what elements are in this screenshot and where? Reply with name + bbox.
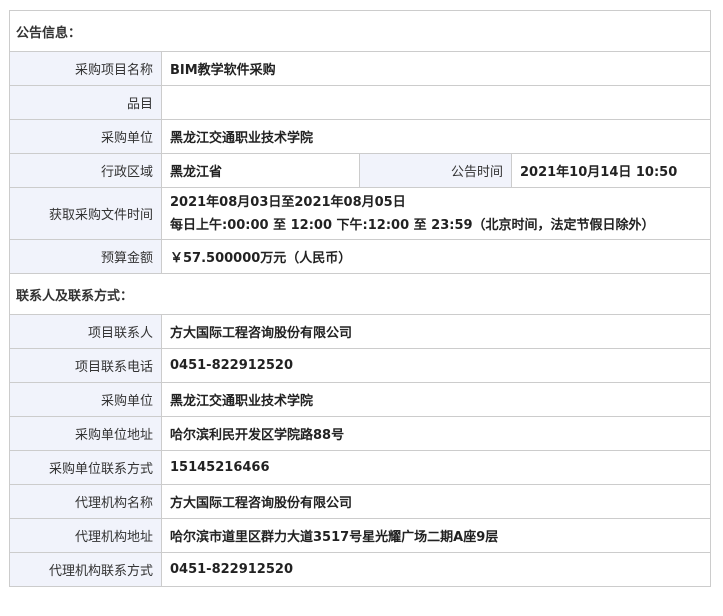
table-row: 获取采购文件时间 2021年08月03日至2021年08月05日 每日上午:00… <box>9 187 712 240</box>
purchaser-contact-label: 采购单位联系方式 <box>9 450 162 485</box>
budget-value: ￥57.500000万元（人民币） <box>160 239 712 274</box>
table-row: 代理机构地址 哈尔滨市道里区群力大道3517号星光耀广场二期A座9层 <box>9 518 712 553</box>
purchaser-address-label: 采购单位地址 <box>9 416 162 451</box>
project-phone-value: 0451-822912520 <box>160 348 712 383</box>
purchaser-value: 黑龙江交通职业技术学院 <box>160 119 712 154</box>
publish-time-label: 公告时间 <box>359 153 512 188</box>
purchaser-label: 采购单位 <box>9 119 162 154</box>
agency-contact-label: 代理机构联系方式 <box>9 552 162 587</box>
publish-time-value: 2021年10月14日 10:50 <box>510 153 712 188</box>
table-row: 采购项目名称 BIM教学软件采购 <box>9 51 712 86</box>
project-contact-value: 方大国际工程咨询股份有限公司 <box>160 314 712 349</box>
region-value: 黑龙江省 <box>161 153 360 188</box>
table-row: 行政区域 黑龙江省 公告时间 2021年10月14日 10:50 <box>9 153 712 188</box>
agency-address-label: 代理机构地址 <box>9 518 162 553</box>
section-row-contact: 联系人及联系方式： <box>8 273 712 315</box>
region-label: 行政区域 <box>9 153 162 188</box>
section-title-contact: 联系人及联系方式： <box>8 273 712 315</box>
announcement-table: 公告信息： 采购项目名称 BIM教学软件采购 品目 采购单位 黑龙江交通职业技术… <box>8 10 712 587</box>
project-phone-label: 项目联系电话 <box>9 348 162 383</box>
agency-address-value: 哈尔滨市道里区群力大道3517号星光耀广场二期A座9层 <box>160 518 712 553</box>
table-row: 代理机构名称 方大国际工程咨询股份有限公司 <box>9 484 712 519</box>
project-name-value: BIM教学软件采购 <box>160 51 712 86</box>
section-row-announcement: 公告信息： <box>8 10 712 52</box>
doc-time-value: 2021年08月03日至2021年08月05日 每日上午:00:00 至 12:… <box>160 187 712 240</box>
purchaser-address-value: 哈尔滨利民开发区学院路88号 <box>160 416 712 451</box>
table-row: 项目联系电话 0451-822912520 <box>9 348 712 383</box>
table-row: 采购单位联系方式 15145216466 <box>9 450 712 485</box>
purchaser-contact-value: 15145216466 <box>160 450 712 485</box>
doc-time-label: 获取采购文件时间 <box>9 187 162 240</box>
contact-purchaser-label: 采购单位 <box>9 382 162 417</box>
agency-name-label: 代理机构名称 <box>9 484 162 519</box>
table-row: 采购单位地址 哈尔滨利民开发区学院路88号 <box>9 416 712 451</box>
table-row: 品目 <box>9 85 712 120</box>
table-row: 预算金额 ￥57.500000万元（人民币） <box>9 239 712 274</box>
table-row: 采购单位 黑龙江交通职业技术学院 <box>9 382 712 417</box>
category-label: 品目 <box>9 85 162 120</box>
category-value <box>160 85 712 120</box>
doc-time-daily-hours: 每日上午:00:00 至 12:00 下午:12:00 至 23:59（北京时间… <box>170 217 655 233</box>
doc-time-date-range: 2021年08月03日至2021年08月05日 <box>170 194 406 210</box>
table-row: 采购单位 黑龙江交通职业技术学院 <box>9 119 712 154</box>
table-row: 代理机构联系方式 0451-822912520 <box>9 552 712 587</box>
project-contact-label: 项目联系人 <box>9 314 162 349</box>
project-name-label: 采购项目名称 <box>9 51 162 86</box>
agency-contact-value: 0451-822912520 <box>160 552 712 587</box>
contact-purchaser-value: 黑龙江交通职业技术学院 <box>160 382 712 417</box>
budget-label: 预算金额 <box>9 239 162 274</box>
table-row: 项目联系人 方大国际工程咨询股份有限公司 <box>9 314 712 349</box>
announcement-panel: 公告信息： 采购项目名称 BIM教学软件采购 品目 采购单位 黑龙江交通职业技术… <box>8 10 712 587</box>
section-title-announcement: 公告信息： <box>8 10 712 52</box>
agency-name-value: 方大国际工程咨询股份有限公司 <box>160 484 712 519</box>
